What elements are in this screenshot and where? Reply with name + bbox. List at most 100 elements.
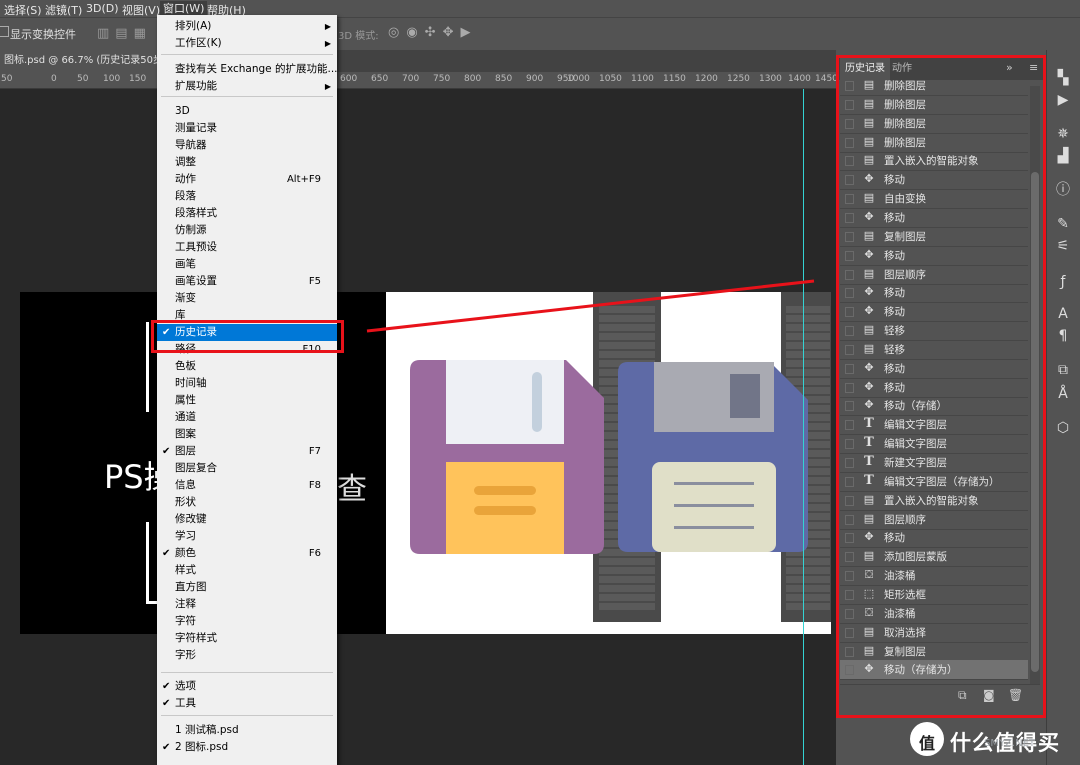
bracket-line [146, 522, 149, 604]
menu-item-label: 排列(A) [175, 20, 212, 32]
window-menu-item[interactable]: 工作区(K) ▶ [157, 35, 337, 52]
menu-item-label: 画笔 [175, 258, 196, 270]
ruler-tick: 650 [371, 74, 389, 84]
window-menu-item[interactable]: 学习 [157, 528, 337, 545]
window-menu-item[interactable]: 直方图 [157, 579, 337, 596]
window-menu-item[interactable]: 属性 [157, 392, 337, 409]
menu-select[interactable]: 选择(S) [4, 2, 42, 18]
window-menu-item[interactable]: 渐变 [157, 290, 337, 307]
window-menu-item[interactable]: 查找有关 Exchange 的扩展功能... [157, 61, 338, 78]
window-menu-item[interactable]: 时间轴 [157, 375, 337, 392]
window-menu-item[interactable]: 仿制源 [157, 222, 337, 239]
cyan-guide-line [803, 89, 804, 765]
menu-item-shortcut: F5 [308, 276, 321, 287]
window-menu-item[interactable]: 工具预设 [157, 239, 337, 256]
3d-cube-icon[interactable]: ⬡ [1050, 418, 1076, 438]
menu-item-label: 学习 [175, 530, 196, 542]
menu-item-label: 修改键 [175, 513, 207, 525]
document-tabbar: 图标.psd @ 66.7% (历史记录50步 持 [0, 50, 836, 72]
menu-item-label: 仿制源 [175, 224, 207, 236]
window-menu-item[interactable]: 图案 [157, 426, 337, 443]
window-menu-item[interactable]: 3D [157, 103, 337, 120]
menu-item-shortcut: F7 [308, 446, 321, 457]
glyphs-icon[interactable]: Å [1050, 384, 1076, 404]
menu-item-label: 画笔设置 [175, 275, 217, 287]
menu-filter[interactable]: 滤镜(T) [45, 2, 82, 18]
window-menu-item[interactable]: 测量记录 [157, 120, 337, 137]
brush-settings-icon[interactable]: ⚟ [1050, 236, 1076, 256]
window-menu-item[interactable]: 注释 [157, 596, 337, 613]
brush-icon[interactable]: ✎ [1050, 214, 1076, 234]
submenu-arrow-icon: ▶ [324, 82, 331, 91]
window-menu-item[interactable]: 扩展功能 ▶ [157, 78, 337, 95]
window-menu-item[interactable]: 动作 Alt+F9 [157, 171, 337, 188]
clone-source-icon[interactable]: ⧉ [1050, 360, 1076, 380]
watermark-site: SMYZ.NET [984, 738, 1036, 749]
menu-item-label: 字形 [175, 649, 196, 661]
menu-item-label: 工具预设 [175, 241, 217, 253]
menu-item-label: 测量记录 [175, 122, 217, 134]
character-icon[interactable]: A [1050, 304, 1076, 324]
menu-separator [161, 96, 333, 97]
window-menu-item[interactable]: 形状 [157, 494, 337, 511]
window-menu-item[interactable]: ✔ 工具 [157, 695, 337, 712]
menu-window[interactable]: 窗口(W) [160, 1, 208, 16]
window-menu-item[interactable]: 字形 [157, 647, 337, 664]
window-menu-item[interactable]: ✔ 2 图标.psd [157, 739, 337, 756]
paragraph-icon[interactable]: ¶ [1050, 326, 1076, 346]
actions-play-icon[interactable]: ▶ [1050, 90, 1076, 110]
window-menu-item[interactable]: ✔ 图层 F7 [157, 443, 337, 460]
transform-checkbox[interactable] [0, 26, 9, 37]
window-menu-item[interactable]: ✔ 选项 [157, 678, 337, 695]
checkmark-icon: ✔ [162, 681, 171, 692]
menu-item-shortcut: Alt+F9 [286, 174, 321, 185]
white-artboard [386, 292, 831, 634]
info-icon[interactable]: ⓘ [1050, 180, 1076, 200]
window-menu-item[interactable]: 图层复合 [157, 460, 337, 477]
history-panel-icon[interactable]: ▚ [1050, 68, 1076, 88]
window-menu-item[interactable]: 1 测试稿.psd [157, 722, 337, 739]
styles-fx-icon[interactable]: ƒ [1050, 272, 1076, 292]
window-menu-item[interactable]: 样式 [157, 562, 337, 579]
document-tab[interactable]: 图标.psd @ 66.7% (历史记录50步 持 [0, 50, 165, 72]
menu-item-label: 样式 [175, 564, 196, 576]
ruler-tick: 1000 [567, 74, 590, 84]
ruler-tick: 700 [402, 74, 420, 84]
window-menu-item[interactable]: 画笔设置 F5 [157, 273, 337, 290]
window-menu-item[interactable]: 画笔 [157, 256, 337, 273]
submenu-arrow-icon: ▶ [324, 39, 331, 48]
window-menu-item[interactable]: 色板 [157, 358, 337, 375]
window-menu-item[interactable]: 调整 [157, 154, 337, 171]
window-menu-item[interactable]: 排列(A) ▶ [157, 18, 337, 35]
ruler-tick: 0 [51, 74, 57, 84]
menu-item-label: 调整 [175, 156, 196, 168]
canvas-headline-tail: 查 [337, 472, 367, 507]
window-menu-item[interactable]: ✔ 颜色 F6 [157, 545, 337, 562]
menu-item-label: 选项 [175, 680, 196, 692]
window-menu-item[interactable]: 信息 F8 [157, 477, 337, 494]
ruler-tick: 1250 [727, 74, 750, 84]
window-menu-item[interactable]: 段落 [157, 188, 337, 205]
menu-item-label: 字符 [175, 615, 196, 627]
menu-item-label: 形状 [175, 496, 196, 508]
ruler-tick: 1050 [599, 74, 622, 84]
menu-item-label: 颜色 [175, 547, 196, 559]
menu-separator [161, 672, 333, 673]
align-icons[interactable]: ▥▤▦ [97, 26, 152, 41]
menu-item-label: 注释 [175, 598, 196, 610]
menu-item-label: 时间轴 [175, 377, 207, 389]
menu-3d[interactable]: 3D(D) [86, 2, 119, 15]
window-menu-item[interactable]: 字符样式 [157, 630, 337, 647]
menu-view[interactable]: 视图(V) [122, 2, 160, 18]
window-menu-item[interactable]: 导航器 [157, 137, 337, 154]
ruler-tick: 900 [526, 74, 544, 84]
window-menu-item[interactable]: 字符 [157, 613, 337, 630]
window-menu-item[interactable]: 修改键 [157, 511, 337, 528]
window-menu-item[interactable]: 通道 [157, 409, 337, 426]
adjustments-icon[interactable]: ✵ [1050, 124, 1076, 144]
3d-mode-icons[interactable]: ◎◉✣✥▶ [388, 25, 477, 40]
ruler-tick: 750 [433, 74, 451, 84]
ruler-tick: 50 [77, 74, 89, 84]
histogram-icon[interactable]: ▟ [1050, 146, 1076, 166]
window-menu-item[interactable]: 段落样式 [157, 205, 337, 222]
